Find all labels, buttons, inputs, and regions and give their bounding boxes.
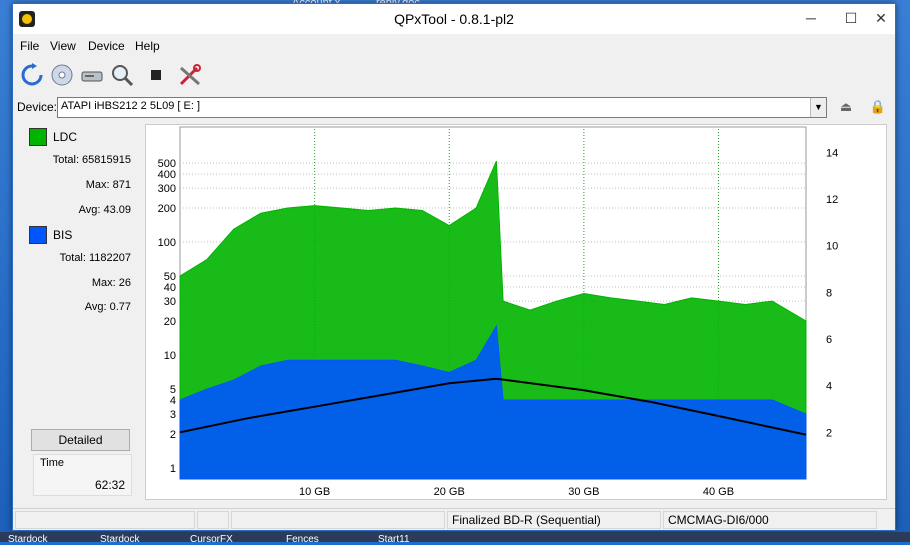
right-y-tick-label: 12 bbox=[826, 194, 838, 206]
left-y-tick-label: 1 bbox=[170, 463, 176, 475]
ldc-color-swatch bbox=[29, 128, 47, 146]
disc-type-status: Finalized BD-R (Sequential) bbox=[447, 511, 661, 529]
drive-icon[interactable] bbox=[79, 62, 105, 88]
x-tick-label: 10 GB bbox=[299, 486, 330, 498]
left-y-tick-label: 30 bbox=[164, 296, 176, 308]
desktop-icon-label[interactable]: Stardock bbox=[100, 534, 139, 545]
device-select[interactable]: ATAPI iHBS212 2 5L09 [ E: ] ▼ bbox=[57, 97, 827, 118]
status-cell-empty bbox=[15, 511, 195, 529]
detailed-button[interactable]: Detailed bbox=[31, 429, 130, 451]
chart-frame: 1 2 3 4 5 10 20 30 40 50 100 200 300 400 500 2 4 6 8 10 12 1… bbox=[145, 124, 887, 500]
menu-help[interactable]: Help bbox=[135, 39, 160, 53]
lock-icon[interactable]: 🔒 bbox=[865, 96, 891, 118]
time-label: Time bbox=[40, 457, 65, 469]
bis-color-swatch bbox=[29, 226, 47, 244]
disc-info-icon[interactable] bbox=[49, 62, 75, 88]
time-value: 62:32 bbox=[94, 478, 125, 492]
eject-icon[interactable]: ⏏ bbox=[833, 96, 859, 118]
status-cell-empty bbox=[197, 511, 229, 529]
stop-icon[interactable] bbox=[143, 62, 169, 88]
ldc-legend-label: LDC bbox=[53, 130, 78, 144]
x-tick-label: 20 GB bbox=[434, 486, 465, 498]
title-bar[interactable]: QPxTool - 0.8.1-pl2 ─ ☐ ✕ bbox=[13, 4, 895, 34]
device-bar: Device: ATAPI iHBS212 2 5L09 [ E: ] ▼ ⏏ … bbox=[13, 94, 895, 120]
desktop-icon-label[interactable]: Fences bbox=[286, 534, 319, 545]
left-y-tick-label: 20 bbox=[164, 316, 176, 328]
device-label: Device: bbox=[17, 100, 58, 114]
menu-device[interactable]: Device bbox=[88, 39, 125, 53]
desktop-icon-label[interactable]: Stardock bbox=[8, 534, 47, 545]
menu-bar: File View Device Help bbox=[13, 36, 895, 56]
chevron-down-icon[interactable]: ▼ bbox=[810, 98, 826, 117]
settings-tools-icon[interactable] bbox=[177, 62, 203, 88]
media-id-status: CMCMAG-DI6/000 bbox=[663, 511, 877, 529]
ldc-max: Max: 871 bbox=[85, 179, 131, 191]
right-y-tick-label: 2 bbox=[826, 427, 832, 439]
right-y-tick-label: 8 bbox=[826, 287, 832, 299]
scan-magnifier-icon[interactable] bbox=[109, 62, 135, 88]
close-button[interactable]: ✕ bbox=[863, 4, 899, 32]
left-y-tick-label: 2 bbox=[170, 429, 176, 441]
left-y-tick-label: 200 bbox=[158, 203, 176, 215]
bis-total: Total: 1182207 bbox=[59, 252, 131, 264]
x-tick-label: 40 GB bbox=[703, 486, 734, 498]
qpxtool-window: QPxTool - 0.8.1-pl2 ─ ☐ ✕ File View Devi… bbox=[12, 3, 896, 531]
right-y-tick-label: 14 bbox=[826, 147, 838, 159]
ldc-bis-chart: 123451020304050100200300400500 246810121… bbox=[158, 126, 838, 498]
left-y-tick-label: 5 bbox=[170, 384, 176, 396]
left-y-tick-label: 500 bbox=[158, 158, 176, 170]
ldc-total: Total: 65815915 bbox=[52, 154, 131, 166]
right-y-tick-label: 6 bbox=[826, 334, 832, 346]
device-selected-value: ATAPI iHBS212 2 5L09 [ E: ] bbox=[61, 100, 200, 112]
x-tick-label: 30 GB bbox=[568, 486, 599, 498]
left-y-tick-label: 4 bbox=[170, 395, 176, 407]
bis-max: Max: 26 bbox=[91, 277, 131, 289]
left-y-tick-label: 10 bbox=[164, 350, 176, 362]
toolbar bbox=[13, 58, 895, 92]
left-y-tick-label: 50 bbox=[164, 271, 176, 283]
desktop-icon-label[interactable]: Start11 bbox=[378, 534, 410, 545]
bis-legend-label: BIS bbox=[53, 228, 73, 242]
menu-file[interactable]: File bbox=[20, 39, 39, 53]
bis-avg: Avg: 0.77 bbox=[84, 301, 131, 313]
status-cell-empty bbox=[231, 511, 445, 529]
time-box: Time 62:32 bbox=[33, 454, 132, 496]
menu-view[interactable]: View bbox=[50, 39, 76, 53]
desktop-icon-label[interactable]: CursorFX bbox=[190, 534, 233, 545]
window-title: QPxTool - 0.8.1-pl2 bbox=[394, 11, 514, 27]
ldc-avg: Avg: 43.09 bbox=[78, 204, 131, 216]
left-y-tick-label: 3 bbox=[170, 409, 176, 421]
left-y-tick-label: 40 bbox=[164, 282, 176, 294]
right-y-tick-label: 10 bbox=[826, 241, 838, 253]
left-y-tick-label: 100 bbox=[158, 237, 176, 249]
left-y-tick-label: 400 bbox=[158, 169, 176, 181]
refresh-icon[interactable] bbox=[19, 62, 45, 88]
left-y-tick-label: 300 bbox=[158, 183, 176, 195]
status-bar: Finalized BD-R (Sequential) CMCMAG-DI6/0… bbox=[13, 508, 895, 530]
right-y-tick-label: 4 bbox=[826, 381, 832, 393]
minimize-button[interactable]: ─ bbox=[793, 4, 829, 32]
